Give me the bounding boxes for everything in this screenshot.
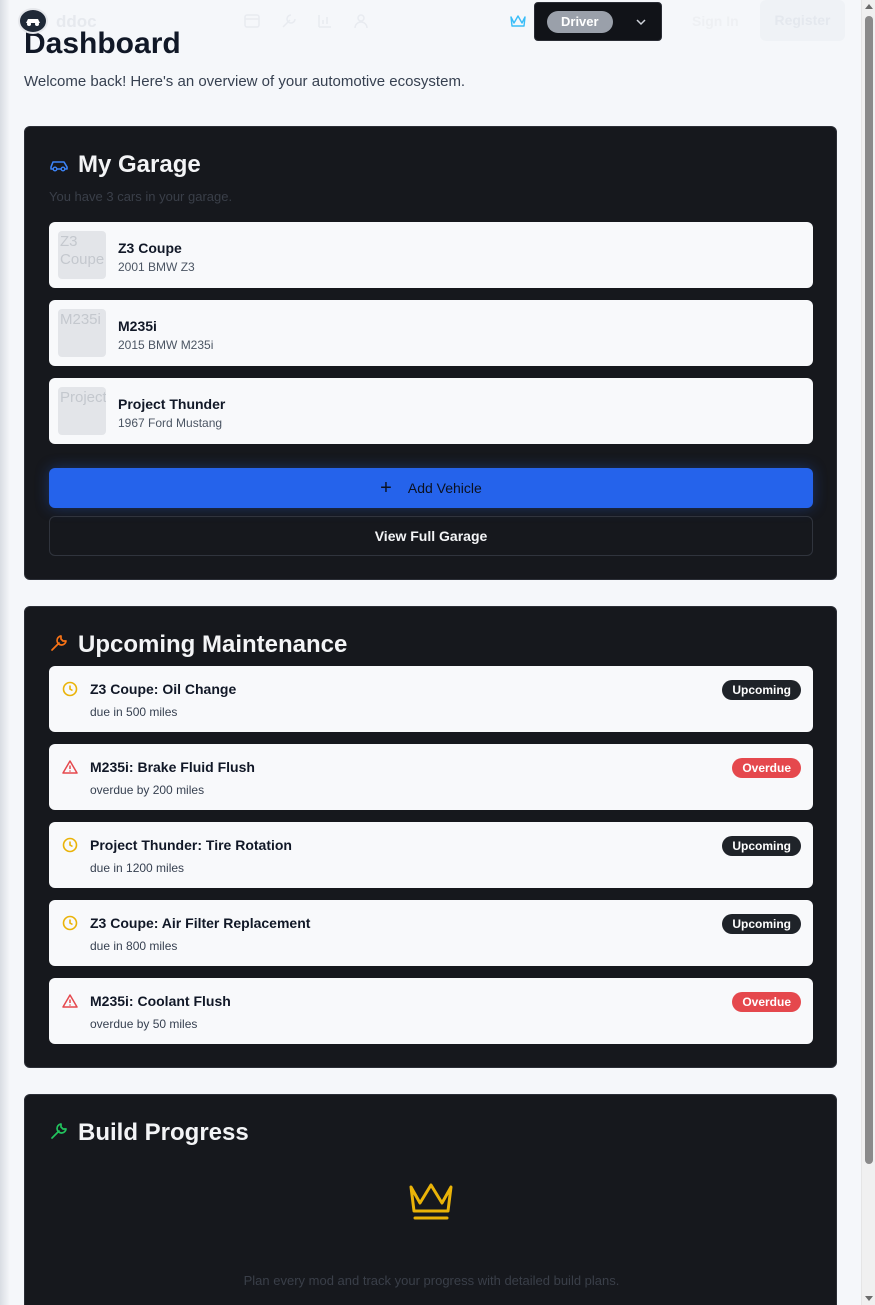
tier-badge: Driver: [547, 11, 613, 33]
wrench-nav-icon[interactable]: [280, 12, 298, 30]
register-button[interactable]: Register: [760, 0, 845, 41]
maintenance-item[interactable]: Z3 Coupe: Air Filter Replacement due in …: [49, 900, 813, 966]
garage-subtitle: You have 3 cars in your garage.: [49, 189, 233, 204]
user-nav-icon[interactable]: [352, 12, 370, 30]
wrench-icon: [51, 1123, 67, 1139]
scroll-up-icon[interactable]: [865, 4, 873, 9]
clock-icon: [62, 915, 78, 931]
maintenance-title-text: M235i: Coolant Flush: [90, 993, 231, 1009]
maintenance-title-text: Project Thunder: Tire Rotation: [90, 837, 292, 853]
status-badge: Overdue: [732, 758, 801, 778]
view-full-garage-button[interactable]: View Full Garage: [49, 516, 813, 556]
window-edge: [0, 0, 10, 1305]
maintenance-due: due in 800 miles: [90, 939, 178, 953]
maintenance-title-text: M235i: Brake Fluid Flush: [90, 759, 255, 775]
tier-select[interactable]: Driver: [534, 2, 662, 41]
maintenance-item[interactable]: M235i: Brake Fluid Flush overdue by 200 …: [49, 744, 813, 810]
garage-card: My Garage You have 3 cars in your garage…: [24, 126, 837, 580]
scrollbar-thumb[interactable]: [865, 16, 873, 1164]
car-thumbnail: Project: [58, 387, 106, 435]
wrench-icon: [51, 635, 67, 651]
car-thumbnail: M235i: [58, 309, 106, 357]
car-description: 1967 Ford Mustang: [118, 416, 223, 430]
status-badge: Upcoming: [722, 836, 801, 856]
build-progress-card: Build Progress Plan every mod and track …: [24, 1094, 837, 1305]
status-badge: Upcoming: [722, 680, 801, 700]
car-thumbnail: Z3 Coupe: [58, 231, 106, 279]
status-badge: Overdue: [732, 992, 801, 1012]
maintenance-item[interactable]: Project Thunder: Tire Rotation due in 12…: [49, 822, 813, 888]
chevron-down-icon: [636, 19, 646, 26]
maintenance-due: overdue by 200 miles: [90, 783, 205, 797]
maintenance-card: Upcoming Maintenance Z3 Coupe: Oil Chang…: [24, 606, 837, 1068]
warning-icon: [62, 994, 78, 1008]
chart-nav-icon[interactable]: [316, 12, 334, 30]
status-badge: Upcoming: [722, 914, 801, 934]
logo-icon[interactable]: [18, 8, 48, 34]
car-description: 2001 BMW Z3: [118, 260, 195, 274]
dashboard-nav-icon[interactable]: [243, 12, 261, 30]
maintenance-title: Upcoming Maintenance: [78, 631, 348, 658]
clock-icon: [62, 681, 78, 697]
sign-in-link[interactable]: Sign In: [692, 13, 739, 29]
warning-icon: [62, 760, 78, 774]
car-description: 2015 BMW M235i: [118, 338, 214, 352]
clock-icon: [62, 837, 78, 853]
add-vehicle-label: Add Vehicle: [407, 480, 482, 496]
maintenance-due: due in 500 miles: [90, 705, 178, 719]
car-item[interactable]: M235i M235i 2015 BMW M235i: [49, 300, 813, 366]
maintenance-item[interactable]: M235i: Coolant Flush overdue by 50 miles…: [49, 978, 813, 1044]
logo-text[interactable]: ddoc: [56, 12, 97, 32]
plus-icon: +: [380, 477, 392, 499]
maintenance-title-text: Z3 Coupe: Air Filter Replacement: [90, 915, 311, 931]
maintenance-due: overdue by 50 miles: [90, 1017, 198, 1031]
maintenance-due: due in 1200 miles: [90, 861, 185, 875]
build-subtitle: Plan every mod and track your progress w…: [243, 1273, 620, 1288]
maintenance-title-text: Z3 Coupe: Oil Change: [90, 681, 237, 697]
page-subtitle: Welcome back! Here's an overview of your…: [24, 73, 466, 90]
maintenance-item[interactable]: Z3 Coupe: Oil Change due in 500 miles Up…: [49, 666, 813, 732]
car-name: M235i: [118, 318, 157, 334]
car-name: Project Thunder: [118, 396, 226, 412]
car-item[interactable]: Project Project Thunder 1967 Ford Mustan…: [49, 378, 813, 444]
build-title: Build Progress: [78, 1119, 249, 1146]
top-navbar: ddoc Driver Sign In Register: [0, 0, 860, 42]
crown-icon: [409, 1183, 453, 1220]
scrollbar[interactable]: [861, 0, 875, 1305]
crown-icon[interactable]: [509, 12, 527, 30]
car-item[interactable]: Z3 Coupe Z3 Coupe 2001 BMW Z3: [49, 222, 813, 288]
garage-title: My Garage: [78, 151, 201, 178]
car-name: Z3 Coupe: [118, 240, 182, 256]
scroll-down-icon[interactable]: [865, 1296, 873, 1301]
car-icon: [50, 161, 68, 172]
add-vehicle-button[interactable]: + Add Vehicle: [49, 468, 813, 508]
